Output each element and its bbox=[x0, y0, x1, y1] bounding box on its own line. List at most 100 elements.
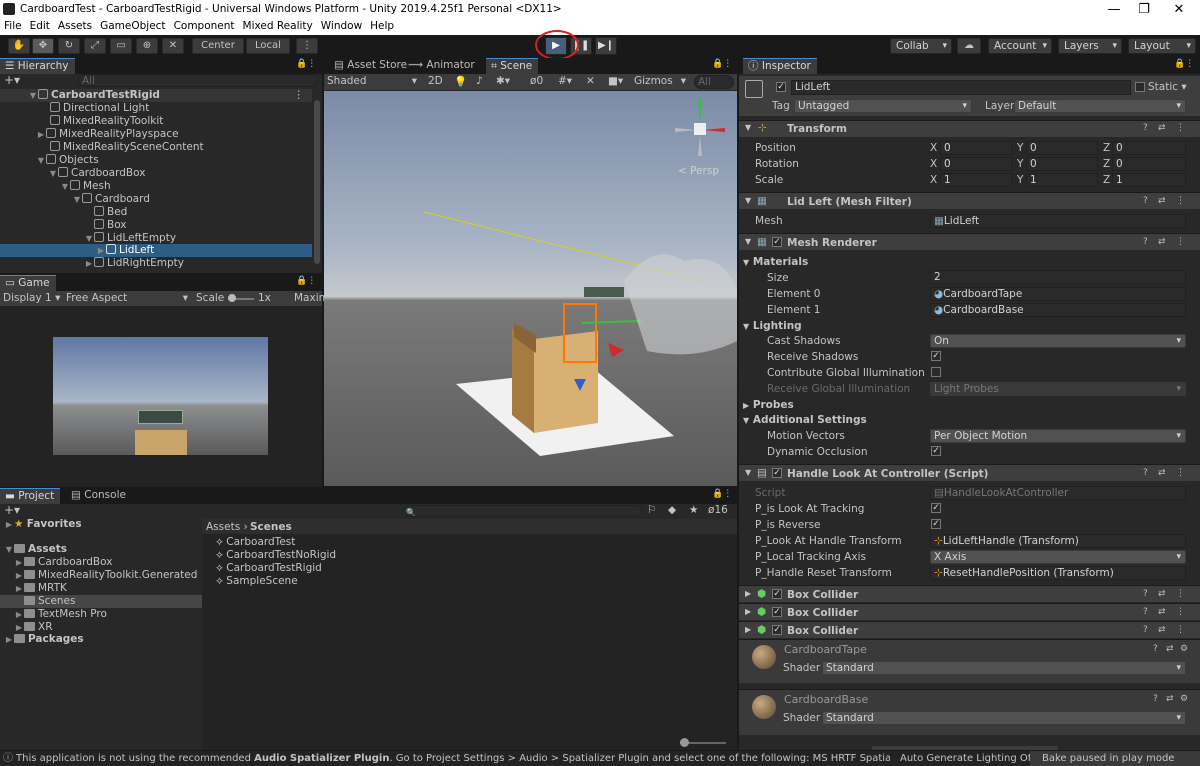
reverse-checkbox[interactable]: ✓ bbox=[931, 519, 941, 529]
expand-arrow-icon[interactable]: ▼ bbox=[48, 167, 58, 180]
settings-gear-icon[interactable]: ⚙ bbox=[1180, 694, 1188, 704]
scene-file-item[interactable]: ⟡ CarboardTestNoRigid bbox=[216, 549, 336, 562]
expand-arrow-icon[interactable]: ▼ bbox=[28, 89, 38, 102]
mesh-object-field[interactable]: ▦LidLeft bbox=[930, 214, 1186, 228]
menu-window[interactable]: Window bbox=[317, 19, 366, 35]
filter-type-icon[interactable]: ⚐ bbox=[647, 504, 656, 516]
pivot-local-button[interactable]: Local bbox=[246, 38, 290, 54]
breadcrumb-scenes[interactable]: Scenes bbox=[250, 521, 292, 534]
box-collider-checkbox[interactable]: ✓ bbox=[772, 625, 782, 635]
tab-hierarchy[interactable]: ☰ Hierarchy bbox=[0, 58, 75, 74]
scene-options-icon[interactable]: ⋮ bbox=[294, 89, 305, 102]
close-icon[interactable]: ✕ bbox=[1165, 1, 1193, 18]
folder-item[interactable]: ▶ MRTK bbox=[14, 582, 67, 595]
collapsed-arrow-icon[interactable]: ▶ bbox=[36, 128, 46, 141]
folder-item[interactable]: ▶ CardboardBox bbox=[14, 556, 112, 569]
hierarchy-item[interactable]: Directional Light bbox=[50, 102, 149, 115]
scene-search-input[interactable]: All bbox=[694, 75, 734, 89]
rotation-y-field[interactable]: 0 bbox=[1026, 157, 1098, 171]
transform-tool-icon[interactable]: ⊕ bbox=[136, 38, 158, 54]
create-asset-icon[interactable]: +▾ bbox=[4, 503, 20, 517]
hierarchy-item[interactable]: MixedRealitySceneContent bbox=[50, 141, 204, 154]
assets-root[interactable]: ▼ Assets bbox=[4, 543, 67, 556]
create-add-icon[interactable]: +▾ bbox=[4, 73, 20, 87]
hierarchy-item[interactable]: MixedRealityToolkit bbox=[50, 115, 163, 128]
menu-assets[interactable]: Assets bbox=[54, 19, 96, 35]
audio-toggle-icon[interactable]: ♪ bbox=[476, 75, 483, 87]
expand-arrow-icon[interactable]: ▼ bbox=[743, 322, 749, 331]
static-checkbox[interactable] bbox=[1135, 82, 1145, 92]
layer-dropdown[interactable]: Default bbox=[1014, 99, 1186, 113]
menu-mixed-reality[interactable]: Mixed Reality bbox=[239, 19, 317, 35]
inspector-resize-handle[interactable] bbox=[872, 746, 1058, 750]
presets-icon[interactable]: ⇄ bbox=[1158, 607, 1166, 617]
camera-dropdown-icon[interactable]: ■▾ bbox=[608, 75, 623, 87]
active-checkbox[interactable]: ✓ bbox=[776, 82, 786, 92]
collapsed-arrow-icon[interactable]: ▶ bbox=[743, 401, 749, 410]
component-menu-icon[interactable]: ⋮ bbox=[1176, 196, 1185, 206]
lighting-foldout[interactable]: ▼ Lighting bbox=[743, 320, 802, 332]
folder-item-selected[interactable]: Scenes bbox=[0, 595, 202, 608]
hierarchy-item[interactable]: ▼ Cardboard bbox=[72, 193, 150, 206]
grid-dropdown-icon[interactable]: #▾ bbox=[558, 75, 572, 87]
lock-icon[interactable]: 🔒⋮ bbox=[296, 276, 316, 286]
component-menu-icon[interactable]: ⋮ bbox=[1176, 468, 1185, 478]
gameobject-icon[interactable] bbox=[745, 80, 763, 98]
favorites-item[interactable]: ▶ ★ Favorites bbox=[4, 518, 82, 531]
collapsed-arrow-icon[interactable]: ▶ bbox=[14, 569, 24, 582]
object-name-input[interactable]: LidLeft bbox=[791, 80, 1131, 95]
aspect-dropdown[interactable]: Free Aspect ▾ bbox=[66, 292, 190, 304]
box-collider-checkbox[interactable]: ✓ bbox=[772, 589, 782, 599]
hidden-packages-icon[interactable]: ø16 bbox=[708, 504, 728, 516]
presets-icon[interactable]: ⇄ bbox=[1158, 589, 1166, 599]
presets-icon[interactable]: ⇄ bbox=[1158, 468, 1166, 478]
rect-tool-icon[interactable]: ▭ bbox=[110, 38, 132, 54]
expand-arrow-icon[interactable]: ▼ bbox=[4, 543, 14, 556]
project-search-input[interactable]: 🔍 bbox=[402, 505, 642, 517]
collapsed-arrow-icon[interactable]: ▶ bbox=[745, 589, 751, 598]
additional-settings-foldout[interactable]: ▼ Additional Settings bbox=[743, 414, 867, 426]
breadcrumb-assets[interactable]: Assets › bbox=[206, 521, 248, 534]
hierarchy-item[interactable]: ▼ CardboardBox bbox=[48, 167, 145, 180]
help-icon[interactable]: ? bbox=[1153, 644, 1158, 654]
expand-arrow-icon[interactable]: ▼ bbox=[745, 196, 751, 205]
dynamic-occlusion-checkbox[interactable]: ✓ bbox=[931, 446, 941, 456]
scene-file-item[interactable]: ⟡ CarboardTestRigid bbox=[216, 562, 322, 575]
hierarchy-item[interactable]: Box bbox=[94, 219, 127, 232]
help-icon[interactable]: ? bbox=[1143, 196, 1148, 206]
contribute-gi-checkbox[interactable] bbox=[931, 367, 941, 377]
tag-dropdown[interactable]: Untagged bbox=[794, 99, 972, 113]
rotation-x-field[interactable]: 0 bbox=[940, 157, 1012, 171]
tracking-axis-dropdown[interactable]: X Axis bbox=[930, 550, 1186, 564]
element1-field[interactable]: ◕CardboardBase bbox=[930, 303, 1186, 317]
collapsed-arrow-icon[interactable]: ▶ bbox=[4, 633, 14, 646]
expand-arrow-icon[interactable]: ▼ bbox=[745, 123, 751, 132]
scene-orientation-gizmo[interactable] bbox=[667, 94, 733, 160]
shading-dropdown[interactable]: Shaded ▾ bbox=[327, 75, 419, 87]
settings-gear-icon[interactable]: ⚙ bbox=[1180, 644, 1188, 654]
presets-icon[interactable]: ⇄ bbox=[1166, 694, 1174, 704]
component-menu-icon[interactable]: ⋮ bbox=[1176, 589, 1185, 599]
scale-y-field[interactable]: 1 bbox=[1026, 173, 1098, 187]
collapsed-arrow-icon[interactable]: ▶ bbox=[745, 607, 751, 616]
scale-tool-icon[interactable]: ⤢ bbox=[84, 38, 106, 54]
lock-icon[interactable]: 🔒⋮ bbox=[712, 59, 732, 69]
tracking-checkbox[interactable]: ✓ bbox=[931, 503, 941, 513]
materials-foldout[interactable]: ▼ Materials bbox=[743, 256, 808, 268]
lighting-toggle-icon[interactable]: 💡 bbox=[454, 75, 467, 88]
lock-icon[interactable]: 🔒⋮ bbox=[1174, 59, 1194, 69]
scene-file-item[interactable]: ⟡ SampleScene bbox=[216, 575, 298, 588]
presets-icon[interactable]: ⇄ bbox=[1166, 644, 1174, 654]
minimize-icon[interactable]: — bbox=[1100, 1, 1128, 18]
pivot-center-button[interactable]: Center bbox=[192, 38, 244, 54]
hierarchy-item-selected[interactable]: ▶ LidLeft bbox=[0, 244, 312, 257]
expand-arrow-icon[interactable]: ▼ bbox=[743, 416, 749, 425]
menu-help[interactable]: Help bbox=[366, 19, 398, 35]
menu-gameobject[interactable]: GameObject bbox=[96, 19, 169, 35]
mesh-renderer-enabled-checkbox[interactable]: ✓ bbox=[772, 237, 782, 247]
collapsed-arrow-icon[interactable]: ▶ bbox=[96, 244, 106, 257]
tab-project[interactable]: ▬ Project bbox=[0, 488, 61, 504]
gizmos-dropdown[interactable]: Gizmos ▾ bbox=[634, 75, 688, 87]
help-icon[interactable]: ? bbox=[1153, 694, 1158, 704]
layers-dropdown[interactable]: Layers bbox=[1058, 38, 1122, 54]
